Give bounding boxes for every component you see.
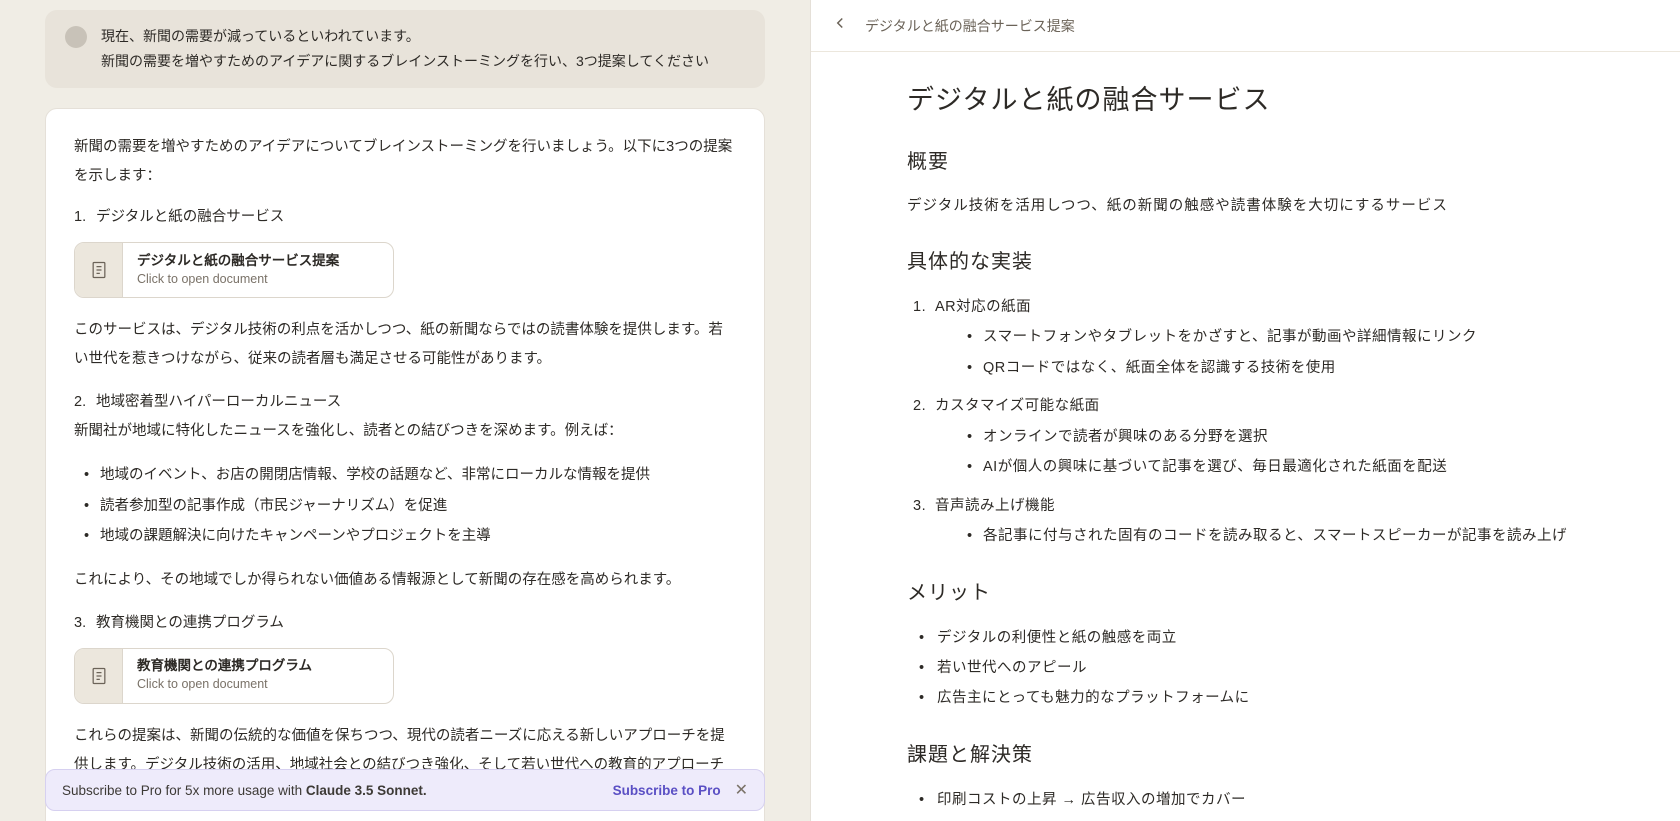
- doc-impl-list: AR対応の紙面 スマートフォンやタブレットをかざすと、記事が動画や詳細情報にリン…: [907, 292, 1584, 552]
- user-message: 現在、新聞の需要が減っているといわれています。 新聞の需要を増やすためのアイデア…: [45, 10, 765, 88]
- proposal-2-bullets: 地域のイベント、お店の開閉店情報、学校の話題など、非常にローカルな情報を提供 読…: [74, 460, 736, 551]
- impl-sub: AIが個人の興味に基づいて記事を選び、毎日最適化された紙面を配送: [935, 452, 1584, 482]
- proposal-2-intro: 新聞社が地域に特化したニュースを強化し、読者との結びつきを深めます。例えば：: [74, 417, 736, 446]
- user-message-text: 現在、新聞の需要が減っているといわれています。 新聞の需要を増やすためのアイデア…: [101, 24, 709, 74]
- banner-lead: Subscribe to Pro for 5x more usage with …: [62, 783, 427, 798]
- proposal-2-outro: これにより、その地域でしか得られない価値ある情報源として新聞の存在感を高められま…: [74, 566, 736, 595]
- artifact-title: 教育機関との連携プログラム: [137, 657, 312, 676]
- proposal-2: 地域密着型ハイパーローカルニュース 新聞社が地域に特化したニュースを強化し、読者…: [74, 388, 736, 594]
- doc-issues-heading: 課題と解決策: [907, 738, 1584, 767]
- assistant-message: 新聞の需要を増やすためのアイデアについてブレインストーミングを行いましょう。以下…: [45, 108, 765, 821]
- document-header: デジタルと紙の融合サービス提案: [811, 0, 1680, 52]
- document-icon: [75, 243, 123, 297]
- impl-sublist: スマートフォンやタブレットをかざすと、記事が動画や詳細情報にリンク QRコードで…: [935, 322, 1584, 383]
- merit-item: デジタルの利便性と紙の触感を両立: [907, 623, 1584, 653]
- impl-item: カスタマイズ可能な紙面 オンラインで読者が興味のある分野を選択 AIが個人の興味…: [907, 391, 1584, 482]
- banner-actions: Subscribe to Pro ✕: [613, 780, 748, 800]
- bullet: 読者参加型の記事作成（市民ジャーナリズム）を促進: [74, 491, 736, 521]
- merit-item: 広告主にとっても魅力的なプラットフォームに: [907, 683, 1584, 713]
- impl-title: カスタマイズ可能な紙面: [935, 398, 1100, 414]
- impl-sublist: 各記事に付与された固有のコードを読み取ると、スマートスピーカーが記事を読み上げ: [935, 521, 1584, 551]
- issue-item: プライバシー懸念 → 厳格なデータ保護方針の策定と透明性の確保: [907, 815, 1584, 821]
- artifact-meta: デジタルと紙の融合サービス提案 Click to open document: [123, 244, 353, 296]
- artifact-title: デジタルと紙の融合サービス提案: [137, 252, 339, 271]
- artifact-subtitle: Click to open document: [137, 676, 312, 694]
- impl-sublist: オンラインで読者が興味のある分野を選択 AIが個人の興味に基づいて記事を選び、毎…: [935, 422, 1584, 483]
- impl-sub: スマートフォンやタブレットをかざすと、記事が動画や詳細情報にリンク: [935, 322, 1584, 352]
- doc-h1: デジタルと紙の融合サービス: [907, 78, 1584, 117]
- assistant-intro: 新聞の需要を増やすためのアイデアについてブレインストーミングを行いましょう。以下…: [74, 133, 736, 191]
- document-icon: [75, 649, 123, 703]
- close-icon[interactable]: ✕: [735, 780, 748, 800]
- document-panel: デジタルと紙の融合サービス提案 デジタルと紙の融合サービス 概要 デジタル技術を…: [810, 0, 1680, 821]
- doc-merit-heading: メリット: [907, 576, 1584, 605]
- proposal-3: 教育機関との連携プログラム 教育機関との連携プログラム Click to ope…: [74, 609, 736, 704]
- artifact-card-1[interactable]: デジタルと紙の融合サービス提案 Click to open document: [74, 242, 394, 298]
- doc-overview-heading: 概要: [907, 145, 1584, 174]
- proposal-2-title: 地域密着型ハイパーローカルニュース: [74, 388, 736, 417]
- subscribe-button[interactable]: Subscribe to Pro: [613, 783, 721, 798]
- artifact-subtitle: Click to open document: [137, 271, 339, 289]
- doc-impl-heading: 具体的な実装: [907, 245, 1584, 274]
- impl-sub: オンラインで読者が興味のある分野を選択: [935, 422, 1584, 452]
- impl-sub: 各記事に付与された固有のコードを読み取ると、スマートスピーカーが記事を読み上げ: [935, 521, 1584, 551]
- proposals-list: デジタルと紙の融合サービス デジタルと紙の融合サービス提案 Click to o…: [74, 203, 736, 703]
- impl-sub: QRコードではなく、紙面全体を認識する技術を使用: [935, 353, 1584, 383]
- impl-item: AR対応の紙面 スマートフォンやタブレットをかざすと、記事が動画や詳細情報にリン…: [907, 292, 1584, 383]
- doc-overview-text: デジタル技術を活用しつつ、紙の新聞の触感や読書体験を大切にするサービス: [907, 192, 1584, 221]
- impl-title: AR対応の紙面: [935, 299, 1031, 315]
- issue-item: 印刷コストの上昇 → 広告収入の増加でカバー: [907, 785, 1584, 815]
- document-body[interactable]: デジタルと紙の融合サービス 概要 デジタル技術を活用しつつ、紙の新聞の触感や読書…: [811, 52, 1680, 821]
- impl-item: 音声読み上げ機能 各記事に付与された固有のコードを読み取ると、スマートスピーカー…: [907, 491, 1584, 552]
- doc-issues-list: 印刷コストの上昇 → 広告収入の増加でカバー プライバシー懸念 → 厳格なデータ…: [907, 785, 1584, 821]
- bullet: 地域のイベント、お店の開閉店情報、学校の話題など、非常にローカルな情報を提供: [74, 460, 736, 490]
- merit-item: 若い世代へのアピール: [907, 653, 1584, 683]
- doc-merit-list: デジタルの利便性と紙の触感を両立 若い世代へのアピール 広告主にとっても魅力的な…: [907, 623, 1584, 714]
- back-button[interactable]: [831, 14, 849, 37]
- artifact-card-2[interactable]: 教育機関との連携プログラム Click to open document: [74, 648, 394, 704]
- user-line-2: 新聞の需要を増やすためのアイデアに関するブレインストーミングを行い、3つ提案して…: [101, 53, 709, 69]
- proposal-1-title: デジタルと紙の融合サービス: [74, 203, 736, 232]
- proposal-1-desc: このサービスは、デジタル技術の利点を活かしつつ、紙の新聞ならではの読書体験を提供…: [74, 316, 736, 374]
- banner-lead-text: Subscribe to Pro for 5x more usage with: [62, 783, 306, 798]
- document-title: デジタルと紙の融合サービス提案: [865, 16, 1075, 36]
- banner-lead-bold: Claude 3.5 Sonnet.: [306, 783, 427, 798]
- proposal-3-title: 教育機関との連携プログラム: [74, 609, 736, 638]
- bullet: 地域の課題解決に向けたキャンペーンやプロジェクトを主導: [74, 521, 736, 551]
- avatar: [65, 26, 87, 48]
- proposal-1: デジタルと紙の融合サービス デジタルと紙の融合サービス提案 Click to o…: [74, 203, 736, 374]
- user-line-1: 現在、新聞の需要が減っているといわれています。: [101, 28, 420, 44]
- pro-banner: Subscribe to Pro for 5x more usage with …: [45, 769, 765, 811]
- impl-title: 音声読み上げ機能: [935, 498, 1055, 514]
- chat-panel: 現在、新聞の需要が減っているといわれています。 新聞の需要を増やすためのアイデア…: [0, 0, 810, 821]
- artifact-meta: 教育機関との連携プログラム Click to open document: [123, 649, 326, 701]
